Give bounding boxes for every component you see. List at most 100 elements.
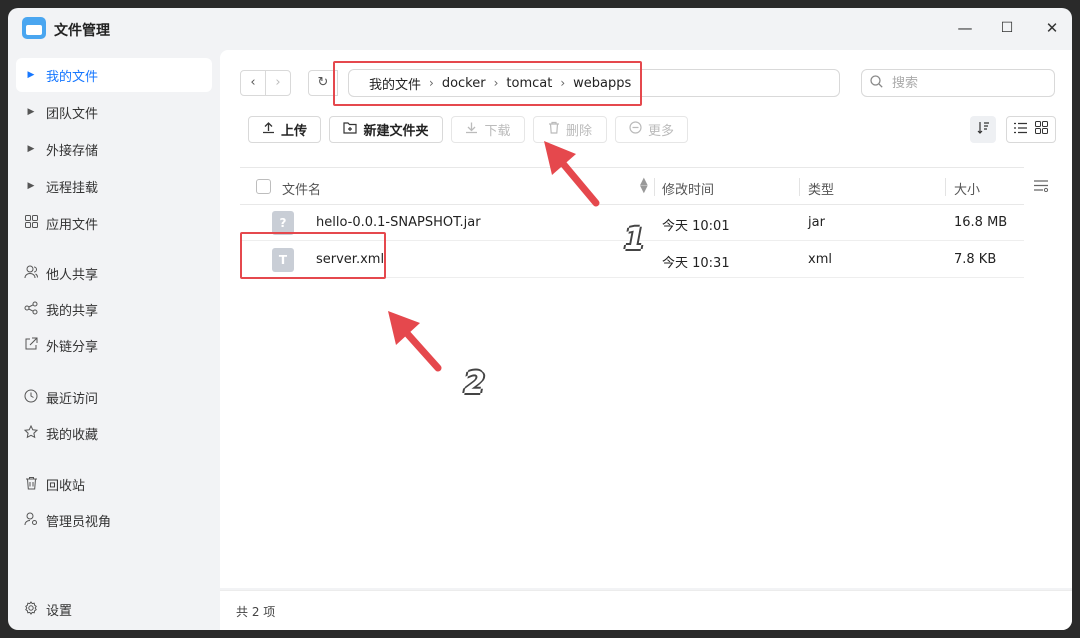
select-all-checkbox[interactable] bbox=[256, 179, 271, 194]
sidebar-item-label: 我的收藏 bbox=[46, 427, 99, 443]
file-type: jar bbox=[808, 215, 825, 230]
breadcrumb-item-my-files[interactable]: 我的文件 bbox=[369, 74, 421, 93]
sidebar-item-remote-mount[interactable]: ▶ 远程挂载 bbox=[16, 169, 212, 203]
column-header-name[interactable]: 文件名 bbox=[282, 179, 321, 198]
file-manager-window: 文件管理 — ☐ ✕ ▶ 我的文件 ▶ 团队文件 ▶ 外接存储 ▶ 远程挂载 应… bbox=[8, 8, 1072, 630]
upload-icon bbox=[262, 121, 275, 138]
sidebar-item-recycle-bin[interactable]: 回收站 bbox=[16, 467, 212, 501]
sidebar-item-label: 团队文件 bbox=[46, 106, 99, 122]
app-title: 文件管理 bbox=[54, 23, 110, 39]
file-size: 16.8 MB bbox=[954, 215, 1008, 230]
sidebar-item-app-files[interactable]: 应用文件 bbox=[16, 206, 212, 240]
close-button[interactable]: ✕ bbox=[1037, 16, 1067, 40]
apps-grid-icon bbox=[16, 215, 46, 231]
status-bar: 共 2 项 bbox=[220, 590, 1072, 630]
sidebar-item-label: 应用文件 bbox=[46, 217, 99, 233]
sidebar-item-external-links[interactable]: 外链分享 bbox=[16, 328, 212, 362]
folder-app-icon bbox=[22, 17, 46, 39]
delete-button[interactable]: 删除 bbox=[533, 116, 607, 143]
delete-label: 删除 bbox=[565, 124, 592, 139]
column-header-size[interactable]: 大小 bbox=[954, 179, 980, 198]
breadcrumb-item-docker[interactable]: docker bbox=[442, 76, 486, 91]
upload-button[interactable]: 上传 bbox=[248, 116, 321, 143]
file-name[interactable]: server.xml bbox=[316, 252, 384, 267]
annotation-number-1: 1 bbox=[624, 222, 645, 257]
gear-icon bbox=[16, 600, 46, 618]
caret-right-icon: ▶ bbox=[27, 107, 35, 117]
sidebar: ▶ 我的文件 ▶ 团队文件 ▶ 外接存储 ▶ 远程挂载 应用文件 他人共享 我的… bbox=[8, 52, 220, 630]
column-header-type[interactable]: 类型 bbox=[808, 179, 834, 198]
upload-label: 上传 bbox=[280, 124, 307, 139]
breadcrumb: 我的文件 › docker › tomcat › webapps bbox=[348, 69, 840, 97]
text-file-icon: T bbox=[272, 248, 294, 272]
sidebar-item-label: 我的文件 bbox=[46, 69, 99, 85]
sidebar-item-label: 我的共享 bbox=[46, 303, 99, 319]
file-modified: 今天 10:31 bbox=[662, 256, 730, 271]
file-name[interactable]: hello-0.0.1-SNAPSHOT.jar bbox=[316, 215, 481, 230]
sidebar-item-label: 管理员视角 bbox=[46, 514, 112, 530]
download-label: 下载 bbox=[484, 124, 511, 139]
column-header-modified[interactable]: 修改时间 bbox=[662, 179, 714, 198]
sidebar-item-my-files[interactable]: ▶ 我的文件 bbox=[16, 58, 212, 92]
search-box bbox=[861, 69, 1055, 97]
minimize-button[interactable]: — bbox=[950, 16, 980, 40]
admin-user-icon bbox=[16, 512, 46, 529]
users-icon bbox=[16, 265, 46, 282]
column-divider bbox=[945, 178, 946, 196]
new-folder-label: 新建文件夹 bbox=[363, 124, 429, 139]
breadcrumb-item-webapps[interactable]: webapps bbox=[573, 76, 631, 91]
share-icon bbox=[16, 301, 46, 318]
sidebar-item-my-shares[interactable]: 我的共享 bbox=[16, 292, 212, 326]
unknown-file-icon: ? bbox=[272, 211, 294, 235]
main-panel: ‹ › ↻ 我的文件 › docker › tomcat › webapps 上… bbox=[220, 50, 1072, 588]
sidebar-item-favorites[interactable]: 我的收藏 bbox=[16, 416, 212, 450]
trash-icon bbox=[548, 121, 560, 138]
breadcrumb-separator: › bbox=[493, 76, 499, 90]
sidebar-item-label: 回收站 bbox=[46, 478, 86, 494]
column-sort-icon[interactable]: ▲ ▼ bbox=[640, 177, 648, 195]
sidebar-item-label: 外链分享 bbox=[46, 339, 99, 355]
column-divider bbox=[654, 178, 655, 196]
breadcrumb-separator: › bbox=[429, 76, 434, 90]
trash-icon bbox=[16, 476, 46, 493]
file-size: 7.8 KB bbox=[954, 252, 997, 267]
star-icon bbox=[16, 424, 46, 442]
sidebar-item-team-files[interactable]: ▶ 团队文件 bbox=[16, 95, 212, 129]
sidebar-item-recent[interactable]: 最近访问 bbox=[16, 380, 212, 414]
refresh-button[interactable]: ↻ bbox=[308, 70, 338, 96]
new-folder-icon bbox=[343, 121, 358, 138]
download-button[interactable]: 下载 bbox=[451, 116, 525, 143]
table-header: 文件名 ▲ ▼ 修改时间 类型 大小 bbox=[240, 167, 1024, 205]
settings-button[interactable]: 设置 bbox=[16, 592, 212, 626]
new-folder-button[interactable]: 新建文件夹 bbox=[329, 116, 443, 143]
back-button[interactable]: ‹ bbox=[240, 70, 266, 96]
search-input[interactable] bbox=[892, 74, 1042, 92]
sort-button[interactable] bbox=[970, 116, 996, 143]
sidebar-item-label: 远程挂载 bbox=[46, 180, 99, 196]
clock-icon bbox=[16, 389, 46, 406]
more-button[interactable]: 更多 bbox=[615, 116, 688, 143]
sidebar-item-external-storage[interactable]: ▶ 外接存储 bbox=[16, 132, 212, 166]
more-icon bbox=[629, 121, 642, 138]
caret-right-icon: ▶ bbox=[27, 70, 35, 80]
file-modified: 今天 10:01 bbox=[662, 219, 730, 234]
caret-right-icon: ▶ bbox=[27, 144, 35, 154]
download-icon bbox=[465, 121, 478, 138]
list-view-icon[interactable] bbox=[1014, 122, 1027, 138]
caret-right-icon: ▶ bbox=[27, 181, 35, 191]
forward-button[interactable]: › bbox=[265, 70, 291, 96]
sidebar-item-shared-with-me[interactable]: 他人共享 bbox=[16, 256, 212, 290]
breadcrumb-item-tomcat[interactable]: tomcat bbox=[506, 76, 552, 91]
column-divider bbox=[799, 178, 800, 196]
file-type: xml bbox=[808, 252, 832, 267]
sidebar-item-admin-view[interactable]: 管理员视角 bbox=[16, 503, 212, 537]
sort-icon bbox=[977, 121, 990, 138]
more-label: 更多 bbox=[647, 124, 674, 139]
column-settings-icon[interactable] bbox=[1034, 179, 1049, 196]
maximize-button[interactable]: ☐ bbox=[992, 16, 1022, 40]
view-toggle[interactable] bbox=[1006, 116, 1056, 143]
grid-view-icon[interactable] bbox=[1035, 121, 1048, 138]
sidebar-item-label: 外接存储 bbox=[46, 143, 99, 159]
external-link-icon bbox=[16, 337, 46, 354]
item-count: 共 2 项 bbox=[236, 605, 276, 619]
